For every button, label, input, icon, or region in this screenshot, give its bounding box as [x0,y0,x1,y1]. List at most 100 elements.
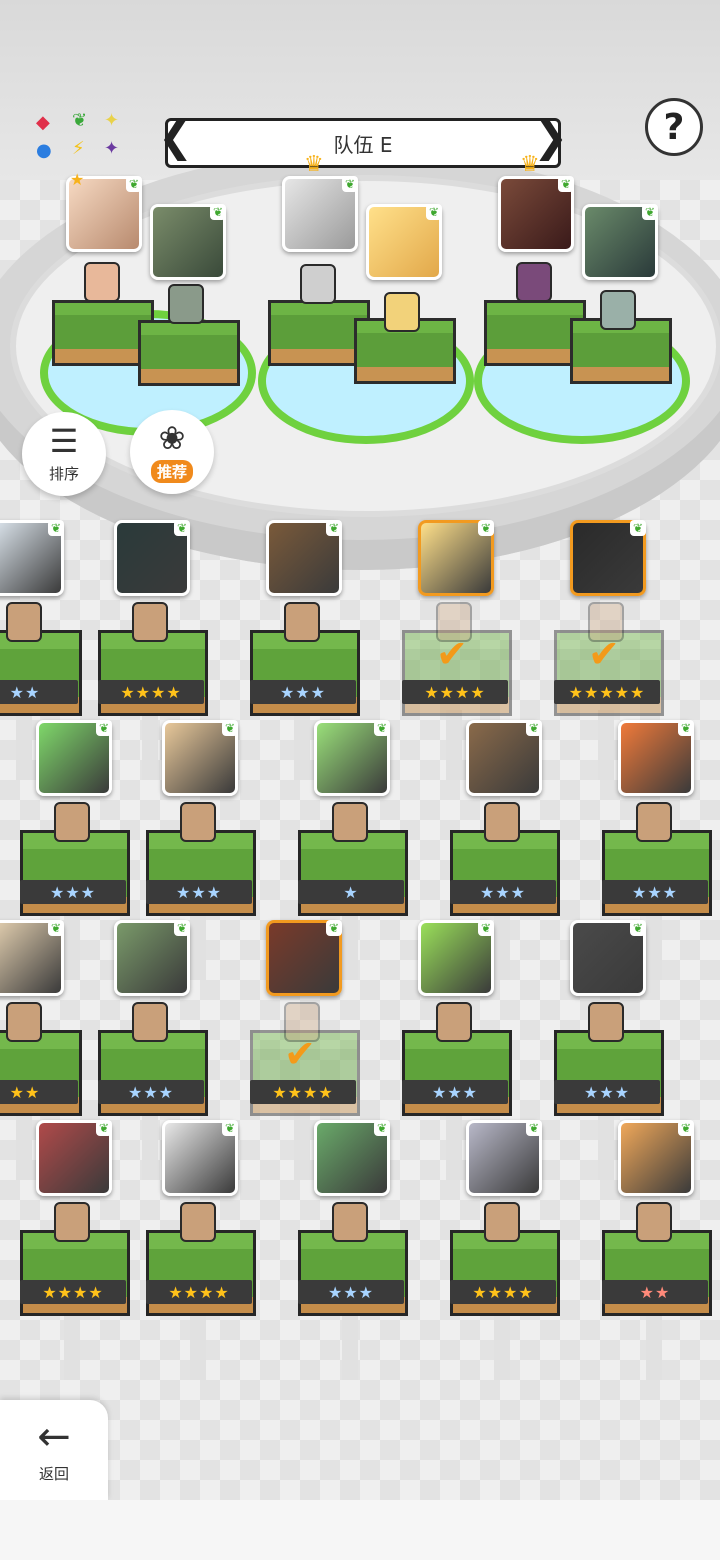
grass-element-icon: ❦ [48,920,64,936]
grass-element-icon: ❦ [478,520,494,536]
pedestal-stem [342,1310,358,1380]
selected-check-icon: ✔ [284,1032,316,1076]
water-element-icon: ● [36,140,52,161]
grass-element-icon: ❦ [342,176,358,192]
character-portrait[interactable]: ❦ [570,520,646,596]
character-portrait[interactable]: ❦ [36,1120,112,1196]
character-sprite [636,1202,672,1242]
bottom-bar [0,1500,720,1560]
team-name-bar: 队伍 E [165,118,561,168]
grass-element-icon: ❦ [678,720,694,736]
character-portrait[interactable]: ❦ [162,720,238,796]
grass-element-icon: ❦ [96,1120,112,1136]
grass-element-icon: ❦ [374,1120,390,1136]
character-portrait[interactable]: ❦ [36,720,112,796]
pedestal-stem [142,1110,158,1180]
character-portrait[interactable]: ❦ [314,720,390,796]
team-sprite [384,292,420,332]
star-rating: ★★★★ [98,680,204,704]
character-portrait[interactable]: ❦ [466,1120,542,1196]
character-sprite [6,1002,42,1042]
pedestal-stem [342,910,358,980]
character-sprite [436,1002,472,1042]
grass-element-icon: ❦ [526,720,542,736]
character-portrait[interactable]: ❦ [266,520,342,596]
grass-element-icon: ❦ [478,920,494,936]
dark-element-icon: ✦ [104,138,120,159]
pedestal-stem [64,1310,80,1380]
chevron-left-icon[interactable]: ❮ [158,112,193,161]
character-portrait[interactable]: ❦ [0,520,64,596]
star-rating: ★★★★ [146,1280,252,1304]
character-portrait[interactable]: ❦ [618,720,694,796]
help-button[interactable]: ? [645,98,703,156]
recommend-icon: ❀ [158,418,186,457]
thunder-element-icon: ⚡ [72,138,85,159]
pedestal-stem [64,910,80,980]
character-portrait[interactable]: ❦ [570,920,646,996]
character-portrait[interactable]: ❦ [114,920,190,996]
team-portrait[interactable]: ❦ [150,204,226,280]
grass-element-icon: ❦ [222,1120,238,1136]
character-sprite [6,602,42,642]
character-sprite [588,1002,624,1042]
team-name: 队伍 E [333,132,393,157]
sort-icon: ☰ [49,421,79,460]
character-portrait[interactable]: ❦ [266,920,342,996]
star-rating: ★★★ [402,1080,508,1104]
character-portrait[interactable]: ❦ [0,920,64,996]
grass-element-icon: ❦ [222,720,238,736]
character-sprite [180,1202,216,1242]
star-rating: ★ [298,880,404,904]
pedestal-stem [494,1310,510,1380]
grass-element-icon: ❦ [72,110,88,131]
star-rating: ★★ [0,1080,78,1104]
recommend-label: 推荐 [150,459,193,483]
team-portrait[interactable]: ❦ [582,204,658,280]
character-sprite [636,802,672,842]
character-portrait[interactable]: ❦ [466,720,542,796]
pedestal-stem [598,710,614,780]
pedestal-stem [190,910,206,980]
character-portrait[interactable]: ❦ [618,1120,694,1196]
team-pad[interactable] [138,320,240,386]
light-element-icon: ✦ [104,110,120,131]
character-portrait[interactable]: ❦ [114,520,190,596]
grass-element-icon: ❦ [326,920,342,936]
character-sprite [54,802,90,842]
team-sprite [600,290,636,330]
character-sprite [54,1202,90,1242]
grass-element-icon: ❦ [558,176,574,192]
star-rating: ★★★ [250,680,356,704]
team-sprite [300,264,336,304]
team-sprite [516,262,552,302]
grass-element-icon: ❦ [526,1120,542,1136]
pedestal-stem [646,1310,662,1380]
recommend-button[interactable]: ❀ 推荐 [130,410,214,494]
grass-element-icon: ❦ [630,920,646,936]
grass-element-icon: ❦ [210,204,226,220]
pedestal-stem [294,710,310,780]
team-portrait[interactable]: ❦ [282,176,358,252]
character-portrait[interactable]: ❦ [162,1120,238,1196]
character-portrait[interactable]: ❦ [418,520,494,596]
star-rating: ★★ [0,680,78,704]
star-rating: ★★★ [146,880,252,904]
back-button[interactable]: ← 返回 [0,1400,108,1500]
team-portrait[interactable]: ❦ [366,204,442,280]
crown-icon: ♛ [520,152,540,177]
fire-element-icon: ◆ [36,112,50,133]
pedestal-stem [446,1110,462,1180]
grass-element-icon: ❦ [374,720,390,736]
grass-element-icon: ❦ [678,1120,694,1136]
team-portrait[interactable]: ❦ [498,176,574,252]
pedestal-stem [446,710,462,780]
grass-element-icon: ❦ [174,520,190,536]
pedestal-stem [16,710,32,780]
character-sprite [132,602,168,642]
sort-button[interactable]: ☰ 排序 [22,412,106,496]
help-icon: ? [663,106,685,148]
character-sprite [284,602,320,642]
character-portrait[interactable]: ❦ [314,1120,390,1196]
character-portrait[interactable]: ❦ [418,920,494,996]
